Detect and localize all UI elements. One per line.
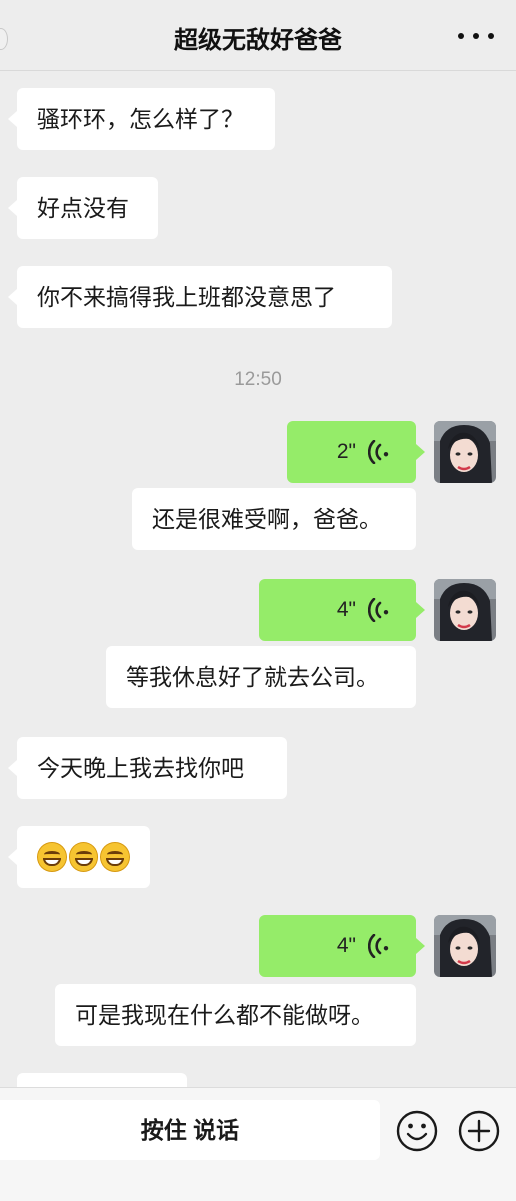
grinning-squint-emoji [100,842,131,872]
outgoing-message[interactable]: 还是很难受啊，爸爸。 [132,488,416,550]
voice-wave-icon [368,440,389,464]
voice-wave-icon [368,598,389,622]
grinning-squint-emoji [37,842,67,872]
chat-header: 超级无敌好爸爸 [0,0,516,71]
message-list[interactable]: 骚环环，怎么样了？ 好点没有 你不来搞得我上班都没意思了 12:50 2" 还是… [0,71,516,1087]
outgoing-message[interactable]: 等我休息好了就去公司。 [106,646,416,708]
emoji-group [37,826,131,888]
chat-title: 超级无敌好爸爸 [174,27,342,54]
input-bar: 按住 说话 [0,1087,516,1201]
voice-duration: 4" [336,934,356,957]
smiley-icon[interactable] [396,1110,438,1152]
grinning-squint-emoji [68,842,99,872]
hold-to-talk-button[interactable]: 按住 说话 [0,1100,380,1160]
voice-message[interactable]: 2" [287,421,425,483]
incoming-message[interactable]: 骚环环，怎么样了？ [8,88,275,150]
avatar[interactable] [434,579,496,641]
voice-duration: 2" [336,440,356,463]
incoming-message[interactable] [8,826,150,888]
incoming-message[interactable]: 好点没有 [8,177,158,239]
incoming-message-partial[interactable] [17,1073,187,1087]
avatar[interactable] [434,915,496,977]
avatar[interactable] [434,421,496,483]
message-timestamp: 12:50 [234,369,282,390]
outgoing-message[interactable]: 可是我现在什么都不能做呀。 [55,984,416,1046]
more-dots-icon[interactable] [458,26,494,46]
voice-wave-icon [368,934,389,958]
plus-icon[interactable] [458,1110,500,1152]
voice-message[interactable]: 4" [259,915,425,977]
incoming-message[interactable]: 今天晚上我去找你吧 [8,737,287,799]
voice-duration: 4" [336,598,356,621]
incoming-message[interactable]: 你不来搞得我上班都没意思了 [8,266,392,328]
voice-message[interactable]: 4" [259,579,425,641]
